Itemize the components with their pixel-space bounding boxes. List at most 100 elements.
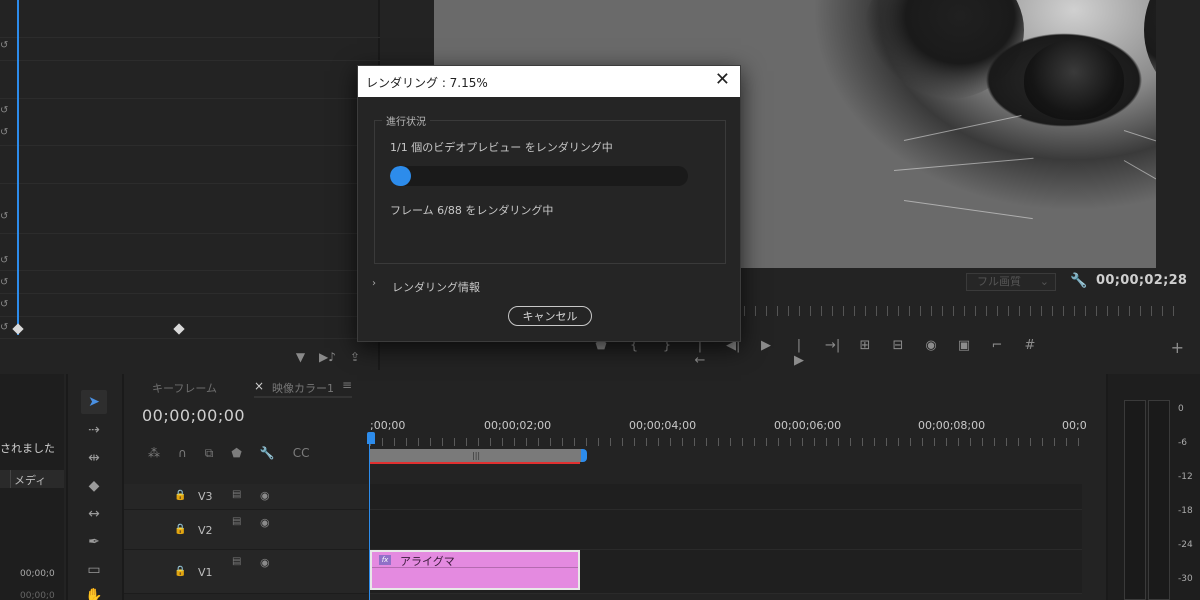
project-timecode: 00;00;0 [20,569,55,579]
timeline-timecode[interactable]: 00;00;00;00 [142,406,245,425]
track-v3: 🔒 V3 ▤ ◉ [124,484,1106,510]
timeline-ruler[interactable] [370,438,1082,446]
row-divider [0,338,380,339]
mark-out-icon[interactable]: } [660,338,674,368]
razor-tool-icon[interactable]: ◆ [81,474,107,498]
reset-icon[interactable]: ↺ [0,255,10,267]
eye-icon[interactable]: ◉ [260,489,270,502]
selection-tool-icon[interactable]: ➤ [81,390,107,414]
effect-playhead[interactable] [17,0,19,335]
hand-tool-icon[interactable]: ✋ [81,584,107,600]
camera-icon[interactable]: ◉ [924,338,938,368]
marker-icon[interactable]: ⬟ [594,338,608,368]
step-back-icon[interactable]: ◀| [726,338,740,368]
track-v1: 🔒 V1 ▤ ◉ [124,550,1106,594]
extract-icon[interactable]: ⊟ [891,338,905,368]
clip-name: アライグマ [400,555,455,568]
comparison-view-icon[interactable]: ▣ [957,338,971,368]
keyframe-marker[interactable] [173,323,185,335]
play-icon[interactable]: ▶ [759,338,773,368]
keyframe-marker[interactable] [12,323,24,335]
disclosure-chevron-icon[interactable]: › [372,278,376,289]
reset-icon[interactable]: ↺ [0,105,10,117]
grid-icon[interactable]: # [1023,338,1037,368]
track-lane[interactable] [370,484,1082,510]
project-message: されました [0,442,55,455]
ripple-edit-tool-icon[interactable]: ⇹ [81,446,107,470]
lock-icon[interactable]: 🔒 [174,566,186,577]
render-status-bar [370,462,580,464]
project-timecode: 00;00;0 [20,591,55,600]
play-audio-icon[interactable]: ▶♪ [319,350,336,364]
reset-icon[interactable]: ↺ [0,127,10,139]
playback-resolution-select[interactable]: フル画質 ⌄ [966,273,1056,291]
tab-keyframe[interactable]: キーフレーム [152,380,217,396]
raccoon-nose [1024,40,1124,120]
reset-icon[interactable]: ↺ [0,322,10,334]
render-progress-bar [390,166,688,186]
ruler-label: 00;00;06;00 [774,419,842,432]
nest-icon[interactable]: ⁂ [148,446,160,461]
filter-icon[interactable]: ▼ [296,350,305,364]
close-icon[interactable]: ✕ [715,70,730,90]
track-lane[interactable] [370,510,1082,550]
go-to-in-icon[interactable]: |← [693,338,707,368]
video-clip[interactable]: fx アライグマ [370,550,580,590]
rendering-info-toggle[interactable]: レンダリング情報 [392,279,480,295]
add-marker-icon[interactable]: ⬟ [231,446,241,461]
tab-close-icon[interactable]: × [254,379,264,393]
monitor-time-ruler[interactable] [744,306,1184,316]
work-area-bar[interactable]: ||| [370,449,587,462]
timeline-settings-wrench-icon[interactable]: 🔧 [260,446,275,461]
column-divider [10,470,11,488]
work-area-end-handle[interactable] [581,449,587,462]
toggle-sync-icon[interactable]: ▤ [232,516,241,527]
toggle-sync-icon[interactable]: ▤ [232,556,241,567]
pen-tool-icon[interactable]: ✒ [81,530,107,554]
track-name: V3 [198,490,213,503]
reset-icon[interactable]: ↺ [0,211,10,223]
db-label: -24 [1178,540,1193,550]
snap-icon[interactable]: ∩ [178,446,187,461]
frame-status-text: フレーム 6/88 をレンダリング中 [390,204,554,217]
panel-menu-icon[interactable]: ≡ [342,378,352,392]
mark-in-icon[interactable]: { [627,338,641,368]
dialog-titlebar[interactable]: レンダリング : 7.15% ✕ [358,66,740,97]
db-label: 0 [1178,404,1184,414]
lock-icon[interactable]: 🔒 [174,524,186,535]
row-divider [0,233,380,234]
eye-icon[interactable]: ◉ [260,516,270,529]
reset-icon[interactable]: ↺ [0,277,10,289]
lock-icon[interactable]: 🔒 [174,490,186,501]
whisker [903,200,1033,220]
rendering-dialog: レンダリング : 7.15% ✕ 進行状況 1/1 個のビデオプレビュー をレン… [357,65,741,342]
go-to-out-icon[interactable]: →| [825,338,840,368]
monitor-timecode[interactable]: 00;00;02;28 [1096,273,1187,288]
add-button-icon[interactable]: + [1171,338,1184,357]
whisker [903,115,1022,141]
rectangle-tool-icon[interactable]: ▭ [81,558,107,582]
safe-margins-icon[interactable]: ⌐ [990,338,1004,368]
captions-icon[interactable]: CC [293,446,310,461]
lift-icon[interactable]: ⊞ [858,338,872,368]
slip-tool-icon[interactable]: ↔ [81,502,107,526]
track-select-tool-icon[interactable]: ⇢ [81,418,107,442]
transport-controls: ⬟ { } |← ◀| ▶ |▶ →| ⊞ ⊟ ◉ ▣ ⌐ # [594,338,1037,368]
export-icon[interactable]: ⇪ [350,350,360,364]
eye-icon[interactable]: ◉ [260,556,270,569]
step-forward-icon[interactable]: |▶ [792,338,806,368]
wrench-icon[interactable]: 🔧 [1070,273,1087,289]
reset-icon[interactable]: ↺ [0,299,10,311]
work-area-grip-icon: ||| [472,451,481,460]
toggle-sync-icon[interactable]: ▤ [232,489,241,500]
linked-selection-icon[interactable]: ⧉ [205,446,214,461]
track-header [124,510,368,550]
whisker [1123,130,1156,159]
timeline-playhead[interactable] [369,440,370,600]
row-divider [0,270,380,271]
tab-sequence[interactable]: 映像カラー1 [272,380,334,396]
whisker [1123,160,1156,206]
track-name: V2 [198,524,213,537]
cancel-button[interactable]: キャンセル [508,306,592,326]
reset-icon[interactable]: ↺ [0,40,10,52]
